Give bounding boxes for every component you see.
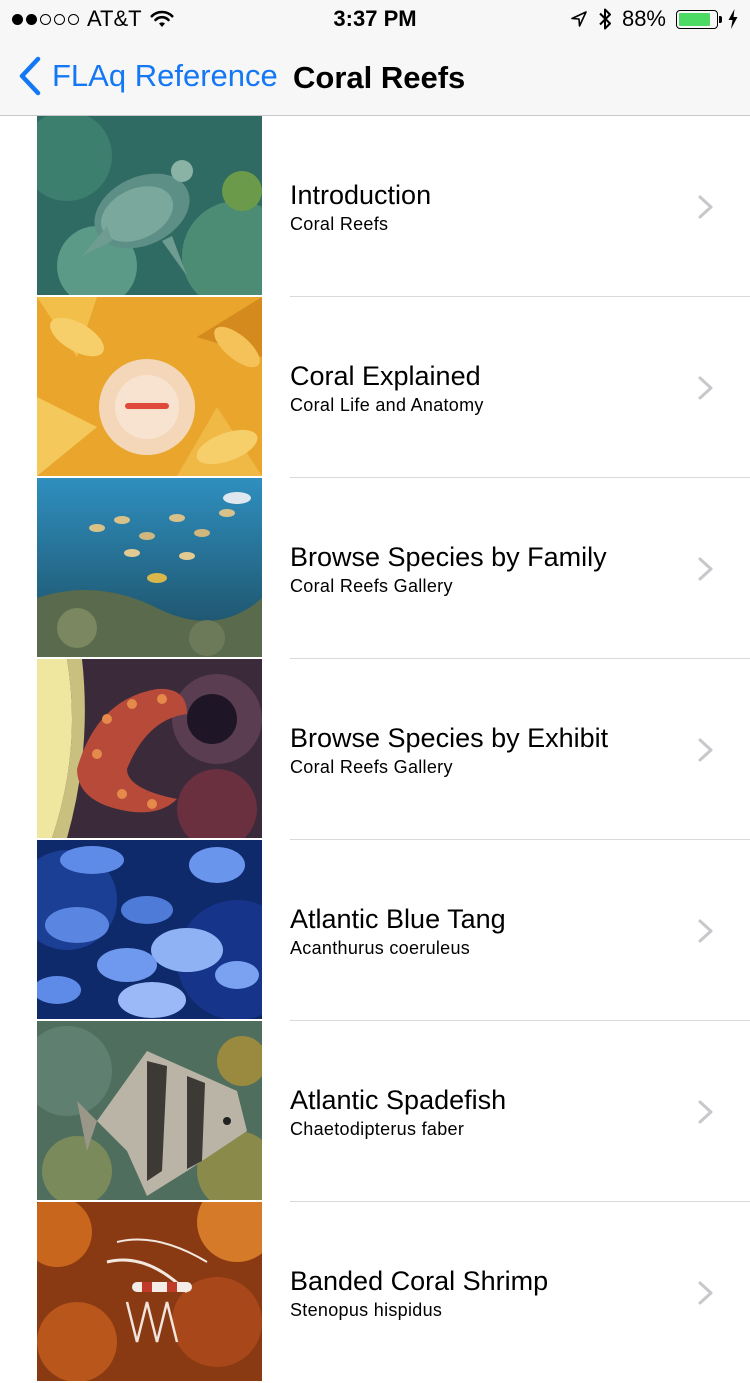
list-item[interactable]: Coral Explained Coral Life and Anatomy bbox=[0, 297, 750, 478]
row-subtitle: Coral Reefs Gallery bbox=[290, 576, 453, 596]
list-item[interactable]: Browse Species by Exhibit Coral Reefs Ga… bbox=[0, 659, 750, 840]
row-title: Atlantic Blue Tang bbox=[290, 904, 506, 934]
reef-fish-school-thumbnail bbox=[37, 478, 262, 657]
chevron-right-icon bbox=[698, 738, 713, 762]
row-title: Browse Species by Family bbox=[290, 542, 607, 572]
list-item[interactable]: Browse Species by Family Coral Reefs Gal… bbox=[0, 478, 750, 659]
row-subtitle: Coral Life and Anatomy bbox=[290, 395, 484, 415]
list-item[interactable]: Introduction Coral Reefs bbox=[0, 116, 750, 297]
location-arrow-icon bbox=[571, 11, 587, 27]
list-item[interactable]: Atlantic Blue Tang Acanthurus coeruleus bbox=[0, 840, 750, 1021]
coral-shrimp-thumbnail bbox=[37, 1202, 262, 1381]
bluetooth-icon bbox=[599, 8, 611, 30]
row-title: Browse Species by Exhibit bbox=[290, 723, 609, 753]
chevron-right-icon bbox=[698, 1100, 713, 1124]
status-bar: AT&T 3:37 PM 88% bbox=[0, 0, 750, 38]
blue-tang-thumbnail bbox=[37, 840, 262, 1019]
back-button[interactable]: FLAq Reference bbox=[18, 54, 278, 98]
battery-fill bbox=[679, 12, 710, 26]
spadefish-thumbnail bbox=[37, 1021, 262, 1200]
row-subtitle: Acanthurus coeruleus bbox=[290, 938, 471, 958]
sea-cucumber-thumbnail bbox=[37, 659, 262, 838]
chevron-right-icon bbox=[698, 376, 713, 400]
status-bar-right: 88% bbox=[570, 6, 738, 32]
table-list: Introduction Coral Reefs Coral Explained bbox=[0, 116, 750, 1383]
chevron-right-icon bbox=[698, 919, 713, 943]
row-title: Atlantic Spadefish bbox=[290, 1085, 507, 1115]
navigation-bar: FLAq Reference Coral Reefs bbox=[0, 38, 750, 116]
back-button-label[interactable]: FLAq Reference bbox=[52, 58, 278, 94]
row-title: Coral Explained bbox=[290, 361, 481, 391]
chevron-right-icon bbox=[698, 195, 713, 219]
page-title: Coral Reefs bbox=[293, 60, 466, 95]
row-subtitle: Coral Reefs bbox=[290, 214, 389, 234]
chevron-left-icon bbox=[19, 56, 41, 96]
battery-cap bbox=[719, 15, 722, 23]
list-item[interactable]: Atlantic Spadefish Chaetodipterus faber bbox=[0, 1021, 750, 1202]
battery-icon bbox=[676, 9, 722, 29]
row-subtitle: Stenopus hispidus bbox=[290, 1300, 443, 1320]
list-item[interactable]: Banded Coral Shrimp Stenopus hispidus bbox=[0, 1202, 750, 1383]
chevron-right-icon bbox=[698, 1281, 713, 1305]
row-subtitle: Chaetodipterus faber bbox=[290, 1119, 465, 1139]
row-subtitle: Coral Reefs Gallery bbox=[290, 757, 453, 777]
chevron-right-icon bbox=[698, 557, 713, 581]
row-title: Introduction bbox=[290, 180, 432, 210]
battery-percentage: 88% bbox=[621, 6, 666, 31]
sea-turtle-thumbnail bbox=[37, 116, 262, 295]
charging-bolt-icon bbox=[728, 9, 738, 29]
row-title: Banded Coral Shrimp bbox=[290, 1266, 549, 1296]
coral-polyp-thumbnail bbox=[37, 297, 262, 476]
